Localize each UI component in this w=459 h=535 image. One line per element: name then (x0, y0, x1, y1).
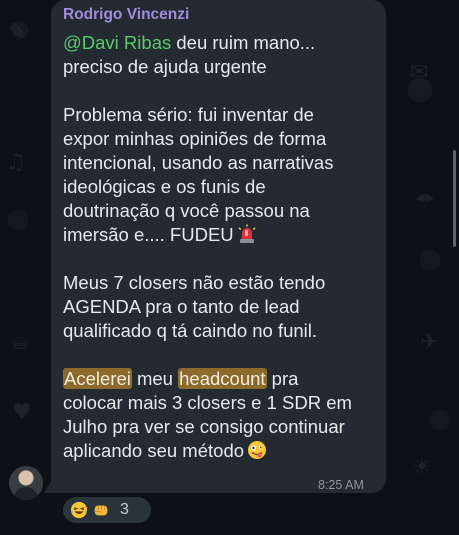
user-mention[interactable]: @Davi Ribas (63, 32, 171, 53)
doodle-icon: ♫ (6, 150, 26, 175)
message-text-fragment: deu ruim mano... (171, 32, 316, 53)
search-highlight: Acelerei (63, 368, 132, 389)
doodle-icon: ☂ (415, 190, 435, 215)
doodle-icon: ☀ (412, 455, 432, 480)
avatar[interactable] (9, 466, 43, 500)
doodle-icon: ✉ (410, 60, 429, 85)
reaction-count: 3 (120, 501, 129, 518)
message-line: ideológicas e os funis de (63, 176, 266, 197)
scrollbar[interactable] (453, 150, 456, 247)
message-line: imersão e.... FUDEU (63, 223, 381, 247)
message-line: preciso de ajuda urgente (63, 56, 267, 77)
message-line: AGENDA pra o tanto de lead (63, 296, 300, 317)
message-line: doutrinação q você passou na (63, 200, 310, 221)
message-text-fragment: pra (266, 368, 299, 389)
message-line: Problema sério: fui inventar de (63, 104, 314, 125)
fist-emoji[interactable] (92, 501, 110, 519)
doodle-icon: ✈ (420, 330, 439, 355)
doodle-icon: ♥ (12, 400, 32, 425)
message-line: aplicando seu método (63, 439, 381, 463)
message-text-fragment: meu (131, 368, 179, 389)
laughing-tears-emoji[interactable] (70, 501, 88, 519)
doodle-icon: ✎ (8, 20, 27, 45)
sender-name[interactable]: Rodrigo Vincenzi (63, 6, 189, 24)
message-line: Meus 7 closers não estão tendo (63, 272, 326, 293)
doodle-icon: ☕ (10, 330, 30, 355)
siren-emoji (238, 224, 256, 243)
message-line: intencional, usando as narrativas (63, 152, 334, 173)
message-text: @Davi Ribas deu ruim mano... preciso de … (63, 31, 381, 463)
zany-face-emoji (248, 441, 267, 459)
message-text-fragment: imersão e.... FUDEU (63, 224, 234, 245)
avatar-silhouette (14, 487, 38, 500)
search-highlight: headcount (178, 368, 267, 389)
message-timestamp: 8:25 AM (318, 478, 364, 492)
reactions-pill[interactable]: 3 (63, 497, 151, 523)
message-line: colocar mais 3 closers e 1 SDR em (63, 392, 352, 413)
message-line: Acelerei meu headcount pra (63, 367, 381, 391)
message-line: expor minhas opiniões de forma (63, 128, 327, 149)
message-line: @Davi Ribas deu ruim mano... (63, 31, 381, 55)
message-line: qualificado q tá caindo no funil. (63, 320, 318, 341)
message-text-fragment: aplicando seu método (63, 440, 245, 461)
message-line: Julho pra ver se consigo continuar (63, 416, 345, 437)
